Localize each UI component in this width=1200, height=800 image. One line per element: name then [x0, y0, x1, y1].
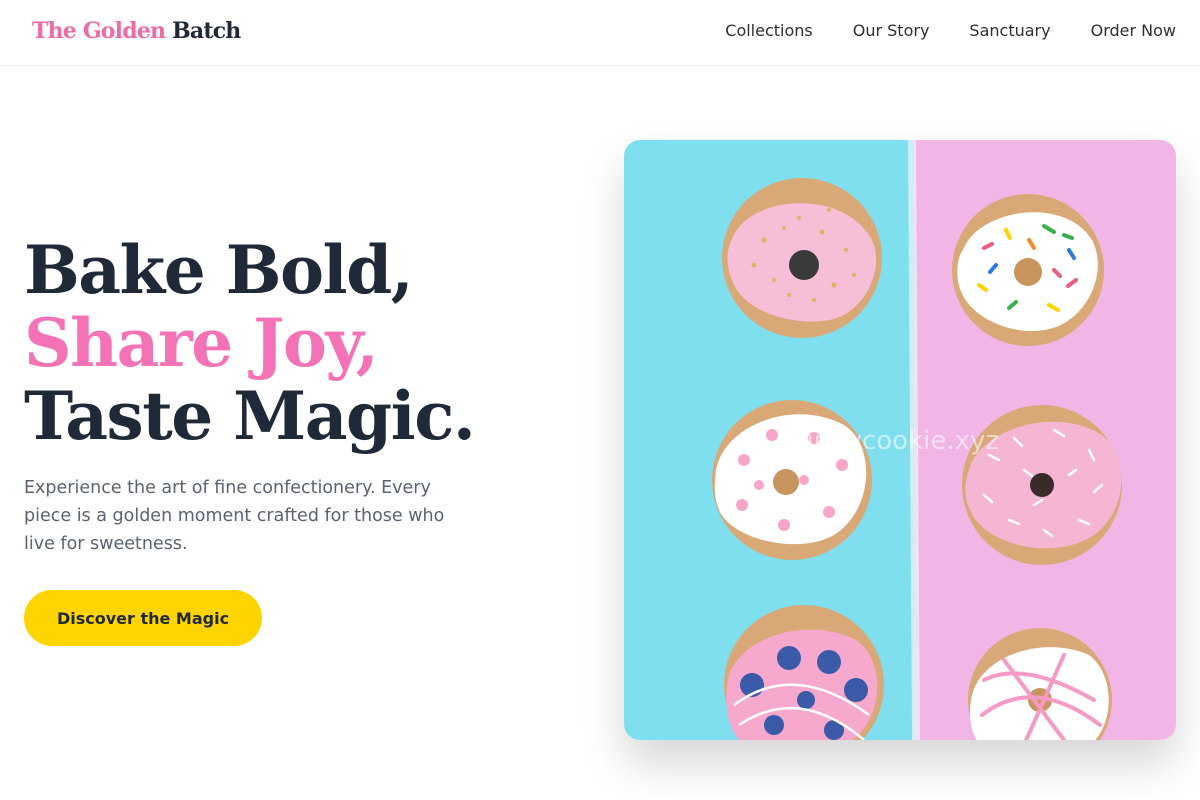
donut-white-pink-dots: [712, 400, 872, 560]
brand-logo[interactable]: The Golden Batch: [32, 18, 241, 44]
main-nav: Collections Our Story Sanctuary Order No…: [725, 21, 1176, 40]
hero-title: Bake Bold, Share Joy, Taste Magic.: [24, 231, 476, 455]
logo-text-primary: The Golden: [32, 18, 166, 44]
nav-link-collections[interactable]: Collections: [725, 21, 812, 40]
hero-title-line-3: Taste Magic.: [24, 377, 476, 455]
nav-link-our-story[interactable]: Our Story: [853, 21, 930, 40]
donut-white-sprinkles: [952, 194, 1104, 346]
site-header: The Golden Batch Collections Our Story S…: [0, 0, 1200, 66]
image-watermark: funnycookie.xyz: [788, 426, 1000, 456]
nav-link-sanctuary[interactable]: Sanctuary: [969, 21, 1050, 40]
logo-text-secondary: Batch: [172, 18, 241, 44]
donuts-hero-image: funnycookie.xyz: [624, 140, 1176, 740]
donut-pink-gold: [722, 178, 882, 338]
hero-title-line-2: Share Joy,: [24, 304, 379, 382]
hero-title-line-1: Bake Bold,: [24, 231, 414, 309]
discover-magic-button[interactable]: Discover the Magic: [24, 590, 262, 646]
nav-link-order-now[interactable]: Order Now: [1091, 21, 1176, 40]
hero-description: Experience the art of fine confectionery…: [24, 478, 445, 554]
